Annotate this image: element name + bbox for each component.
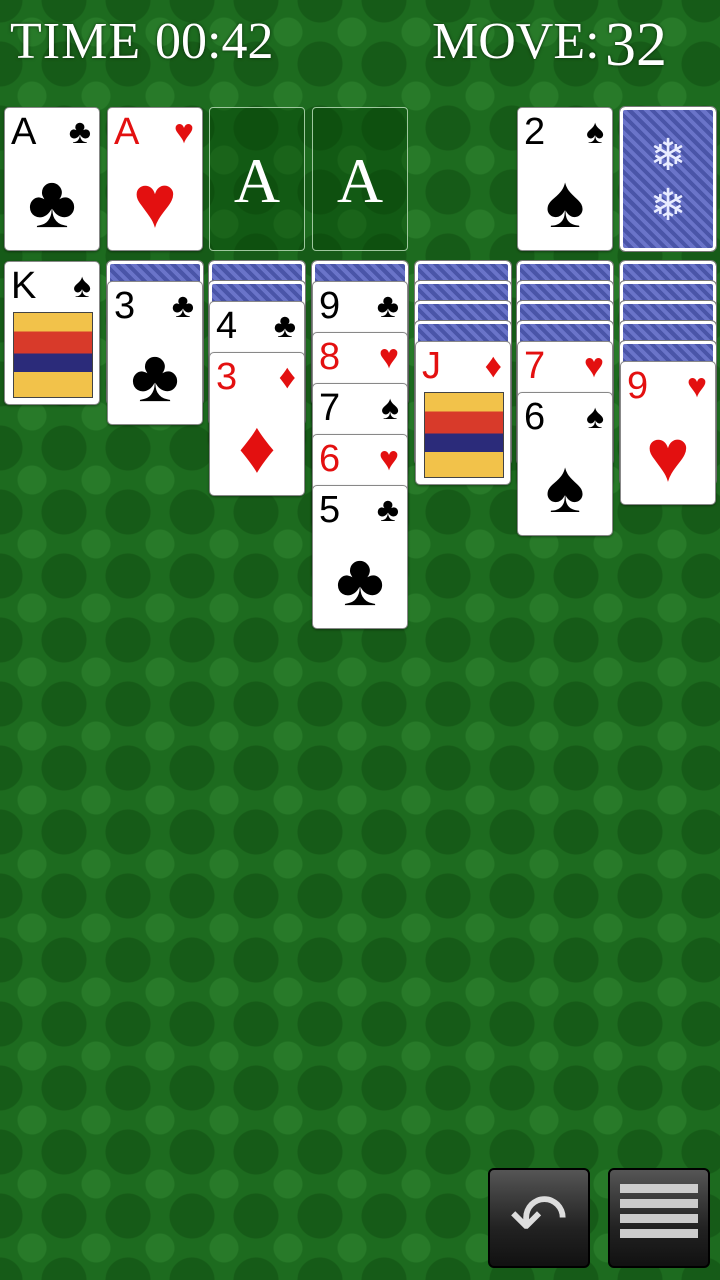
menu-list-icon: [620, 1184, 698, 1254]
card-rank: 9: [319, 285, 341, 327]
card-rank: K: [11, 265, 37, 307]
stock-pile[interactable]: [619, 106, 717, 252]
card-pip: ♠: [545, 160, 585, 243]
card-suit: ♥: [686, 367, 707, 405]
tableau-card[interactable]: J ♦: [415, 341, 511, 485]
card-rank: 5: [319, 489, 341, 531]
card-rank: 3: [216, 356, 238, 398]
tableau-card[interactable]: 9 ♥ ♥: [620, 361, 716, 505]
move-count: 32: [605, 11, 667, 79]
tableau-card[interactable]: 3 ♣ ♣: [107, 281, 203, 425]
card-rank: 9: [627, 365, 649, 407]
time-label: TIME: [10, 13, 142, 70]
undo-arrow-icon: ↶: [509, 1178, 569, 1260]
tableau-card[interactable]: 5 ♣ ♣: [312, 485, 408, 629]
card-suit: ♣: [273, 307, 296, 345]
undo-button[interactable]: ↶: [488, 1168, 590, 1268]
card-suit: ♣: [171, 287, 194, 325]
foundation-empty-slot[interactable]: A: [209, 107, 305, 251]
card-rank: 8: [319, 336, 341, 378]
card-suit: ♥: [378, 440, 399, 478]
card-pip: ♣: [130, 334, 180, 417]
card-pip: ♦: [238, 405, 276, 488]
card-suit: ♠: [380, 389, 399, 427]
card-suit: ♠: [585, 398, 604, 436]
menu-button[interactable]: [608, 1168, 710, 1268]
card-rank: 3: [114, 285, 136, 327]
card-suit: ♥: [378, 338, 399, 376]
card-pip: ♥: [133, 160, 177, 243]
waste-card[interactable]: 2 ♠ ♠: [517, 107, 613, 251]
card-rank: 6: [524, 396, 546, 438]
tableau-card[interactable]: K ♠: [4, 261, 100, 405]
card-suit: ♦: [278, 358, 296, 396]
card-pip: ♣: [27, 160, 77, 243]
card-suit: ♥: [173, 113, 194, 151]
card-suit: ♣: [376, 287, 399, 325]
face-card-art: [13, 312, 93, 398]
card-rank: 6: [319, 438, 341, 480]
foundation-slot-label: A: [233, 145, 281, 216]
foundation-empty-slot[interactable]: A: [312, 107, 408, 251]
card-rank: 4: [216, 305, 238, 347]
card-rank: A: [11, 111, 37, 153]
card-rank: A: [114, 111, 140, 153]
time-value: 00:42: [155, 13, 274, 70]
card-suit: ♣: [68, 113, 91, 151]
face-card-art: [424, 392, 504, 478]
card-rank: J: [422, 345, 441, 387]
card-pip: ♠: [545, 445, 585, 528]
foundation-slot-label: A: [336, 145, 384, 216]
card-suit: ♠: [72, 267, 91, 305]
card-suit: ♦: [484, 347, 502, 385]
move-label: MOVE:: [432, 13, 600, 70]
card-pip: ♣: [335, 538, 385, 621]
card-suit: ♥: [583, 347, 604, 385]
foundation-card[interactable]: A ♥ ♥: [107, 107, 203, 251]
card-rank: 2: [524, 111, 546, 153]
card-pip: ♥: [646, 414, 690, 497]
tableau-card[interactable]: 6 ♠ ♠: [517, 392, 613, 536]
card-rank: 7: [524, 345, 546, 387]
card-rank: 7: [319, 387, 341, 429]
card-suit: ♣: [376, 491, 399, 529]
tableau-card[interactable]: 3 ♦ ♦: [209, 352, 305, 496]
foundation-card[interactable]: A ♣ ♣: [4, 107, 100, 251]
card-suit: ♠: [585, 113, 604, 151]
